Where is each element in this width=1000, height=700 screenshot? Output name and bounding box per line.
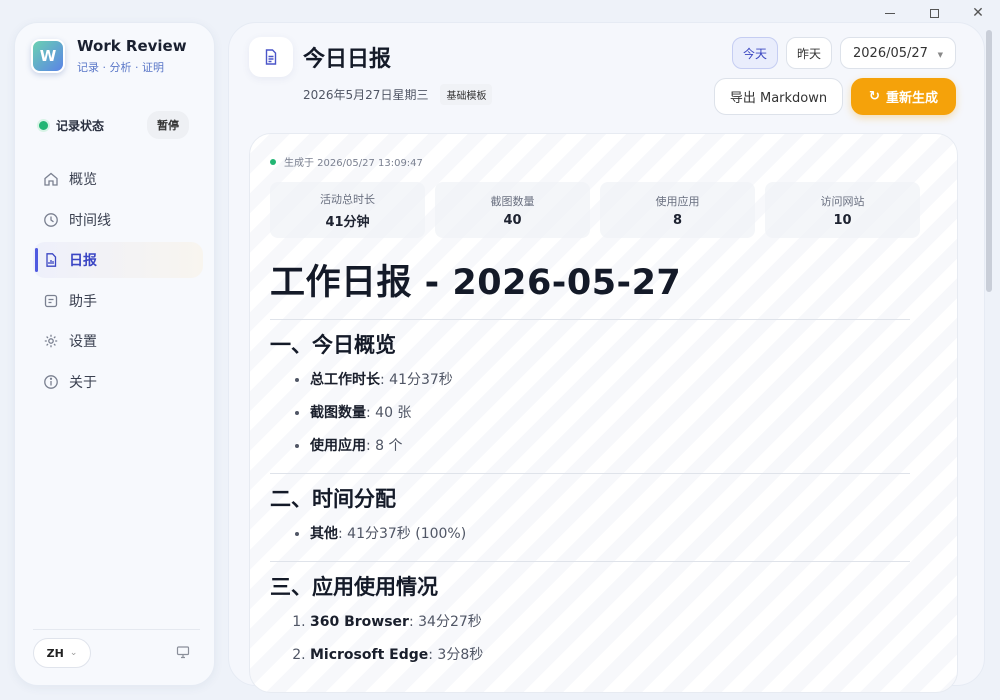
pause-button[interactable]: 暂停 [147, 111, 189, 139]
date-line: 2026年5月27日星期三 基础模板 [303, 84, 493, 105]
stat-value: 10 [833, 212, 852, 228]
item-value: : 40 张 [366, 405, 412, 421]
brand: W Work Review 记录 · 分析 · 证明 [31, 37, 187, 75]
recording-label: 记录状态 [56, 118, 105, 133]
main-panel: 今日日报 2026年5月27日星期三 基础模板 今天 昨天 2026/05/27… [228, 22, 985, 693]
stat-value: 40 [503, 212, 522, 228]
sidebar-item-settings[interactable]: 设置 [33, 323, 203, 359]
generated-time: 生成于 2026/05/27 13:09:47 [270, 154, 423, 169]
item-key: 总工作时长 [310, 372, 380, 388]
action-buttons: 导出 Markdown ↻ 重新生成 [714, 78, 956, 115]
assistant-icon [43, 293, 59, 309]
time-allocation-list: 其他: 41分37秒 (100%) [310, 518, 910, 551]
template-badge[interactable]: 基础模板 [440, 84, 493, 105]
list-item: Microsoft Edge: 3分8秒 [310, 639, 910, 672]
report-card: 生成于 2026/05/27 13:09:47 活动总时长 41分钟 截图数量 … [249, 133, 958, 693]
stat-label: 截图数量 [490, 194, 535, 208]
date-controls: 今天 昨天 2026/05/27 ▼ [732, 37, 956, 69]
regenerate-button[interactable]: ↻ 重新生成 [851, 78, 956, 115]
stats-row: 活动总时长 41分钟 截图数量 40 使用应用 8 访问网站 10 [270, 182, 930, 238]
report-title: 工作日报 - 2026-05-27 [270, 254, 910, 320]
refresh-icon: ↻ [869, 89, 880, 104]
current-date: 2026年5月27日星期三 [303, 88, 429, 102]
list-item: 360 Browser: 34分27秒 [310, 606, 910, 639]
sidebar-nav: 概览 时间线 日报 助手 设置 关于 [33, 161, 203, 404]
list-item: 截图数量: 40 张 [310, 397, 910, 430]
sidebar-item-assistant[interactable]: 助手 [33, 283, 203, 319]
export-markdown-button[interactable]: 导出 Markdown [714, 78, 843, 115]
item-key: 360 Browser [310, 614, 409, 630]
page-title: 今日日报 [303, 47, 392, 72]
sidebar-item-label: 关于 [69, 374, 97, 391]
app-tagline: 记录 · 分析 · 证明 [77, 61, 164, 74]
sidebar-item-about[interactable]: 关于 [33, 364, 203, 400]
stat-card: 访问网站 10 [765, 182, 920, 238]
overview-list: 总工作时长: 41分37秒 截图数量: 40 张 使用应用: 8 个 [310, 364, 910, 463]
minimize-icon [885, 12, 895, 14]
language-value: ZH [46, 646, 64, 660]
generated-label: 生成于 2026/05/27 13:09:47 [284, 158, 423, 169]
item-value: : 8 个 [366, 438, 403, 454]
maximize-icon [929, 8, 939, 18]
sidebar-item-label: 概览 [69, 172, 97, 188]
sidebar-item-label: 设置 [69, 334, 97, 350]
item-value: : 3分8秒 [428, 647, 484, 663]
monitor-icon[interactable] [176, 644, 190, 663]
stat-label: 访问网站 [820, 194, 865, 208]
yesterday-button[interactable]: 昨天 [786, 37, 832, 69]
stat-value: 8 [672, 212, 683, 228]
sidebar-item-daily-report[interactable]: 日报 [33, 242, 203, 278]
sidebar-item-label: 时间线 [69, 212, 111, 229]
recording-indicator [39, 120, 48, 130]
regenerate-label: 重新生成 [885, 91, 938, 106]
gear-icon [43, 333, 59, 349]
item-key: 其他 [310, 526, 338, 542]
stat-label: 活动总时长 [320, 192, 375, 206]
status-dot [270, 158, 276, 165]
sidebar-footer: ZH ⌄ [33, 629, 200, 668]
recording-status: 记录状态 暂停 [39, 111, 189, 139]
scrollbar[interactable] [986, 30, 992, 292]
divider [270, 473, 910, 474]
stat-label: 使用应用 [655, 194, 700, 208]
item-key: 截图数量 [310, 405, 366, 421]
list-item: 总工作时长: 41分37秒 [310, 364, 910, 397]
date-picker-value: 2026/05/27 [853, 45, 928, 61]
report-icon [43, 252, 59, 268]
item-value: : 41分37秒 (100%) [338, 526, 467, 542]
close-icon: ✕ [972, 5, 984, 21]
today-button[interactable]: 今天 [732, 37, 778, 69]
divider [270, 561, 910, 562]
report-content: 工作日报 - 2026-05-27 一、今日概览 总工作时长: 41分37秒 截… [270, 254, 910, 672]
stat-card: 活动总时长 41分钟 [270, 182, 425, 238]
language-select[interactable]: ZH ⌄ [33, 638, 91, 668]
list-item: 其他: 41分37秒 (100%) [310, 518, 910, 551]
sidebar-item-label: 日报 [69, 253, 97, 269]
item-key: 使用应用 [310, 438, 366, 454]
item-key: Microsoft Edge [310, 647, 429, 663]
stat-card: 使用应用 8 [600, 182, 755, 238]
caret-down-icon: ▼ [937, 51, 943, 59]
chevron-down-icon: ⌄ [69, 648, 78, 658]
sidebar: W Work Review 记录 · 分析 · 证明 记录状态 暂停 概览 时间… [14, 22, 215, 686]
document-icon [249, 37, 293, 77]
stat-card: 截图数量 40 [435, 182, 590, 238]
section-heading: 二、时间分配 [270, 487, 396, 511]
sidebar-item-timeline[interactable]: 时间线 [33, 202, 203, 238]
list-item: 使用应用: 8 个 [310, 430, 910, 463]
app-logo: W [31, 39, 65, 73]
clock-icon [43, 212, 59, 228]
item-value: : 34分27秒 [408, 614, 482, 630]
app-name: Work Review [77, 37, 187, 55]
stat-value: 41分钟 [325, 214, 370, 230]
sidebar-item-overview[interactable]: 概览 [33, 161, 203, 197]
app-usage-list: 360 Browser: 34分27秒 Microsoft Edge: 3分8秒 [310, 606, 910, 672]
section-heading: 三、应用使用情况 [270, 575, 438, 599]
section-heading: 一、今日概览 [270, 333, 396, 357]
info-icon [43, 374, 59, 390]
home-icon [43, 171, 59, 187]
date-picker[interactable]: 2026/05/27 ▼ [840, 37, 956, 69]
sidebar-item-label: 助手 [69, 293, 97, 310]
item-value: : 41分37秒 [380, 372, 453, 388]
